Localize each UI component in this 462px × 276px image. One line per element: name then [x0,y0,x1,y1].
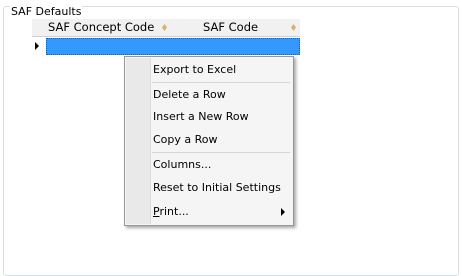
menu-item-label: Insert a New Row [153,110,249,123]
menu-item-insert-new-row[interactable]: Insert a New Row [153,108,291,126]
menu-item-label: Copy a Row [153,133,218,146]
menu-item-label: Print... [153,205,189,218]
menu-item-label: Export to Excel [153,63,237,76]
menu-item-copy-row[interactable]: Copy a Row [153,131,291,149]
menu-item-columns[interactable]: Columns... [153,156,291,174]
selected-table-row[interactable] [46,38,300,55]
menu-separator [152,152,290,153]
menu-item-print[interactable]: Print... [153,203,291,221]
sort-diamond-icon[interactable] [291,24,296,31]
column-header-label: SAF Concept Code [48,20,155,34]
menu-icon-gutter [126,58,151,224]
context-menu: Export to Excel Delete a Row Insert a Ne… [124,56,294,226]
menu-separator [152,82,290,83]
column-header-saf-concept-code[interactable]: SAF Concept Code [32,19,172,36]
menu-item-label: Columns... [153,158,212,171]
current-row-indicator-icon [35,42,39,50]
sort-diamond-icon[interactable] [162,24,167,31]
column-header-label: SAF Code [203,20,259,34]
menu-item-reset-settings[interactable]: Reset to Initial Settings [153,179,291,197]
menu-item-delete-row[interactable]: Delete a Row [153,86,291,104]
menu-item-export-to-excel[interactable]: Export to Excel [153,61,291,79]
column-header-saf-code[interactable]: SAF Code [172,19,300,36]
menu-item-label: Reset to Initial Settings [153,181,281,194]
menu-item-label: Delete a Row [153,88,226,101]
submenu-arrow-icon [281,208,285,216]
grid-header: SAF Concept Code SAF Code [32,19,300,37]
groupbox-title: SAF Defaults [10,5,83,18]
